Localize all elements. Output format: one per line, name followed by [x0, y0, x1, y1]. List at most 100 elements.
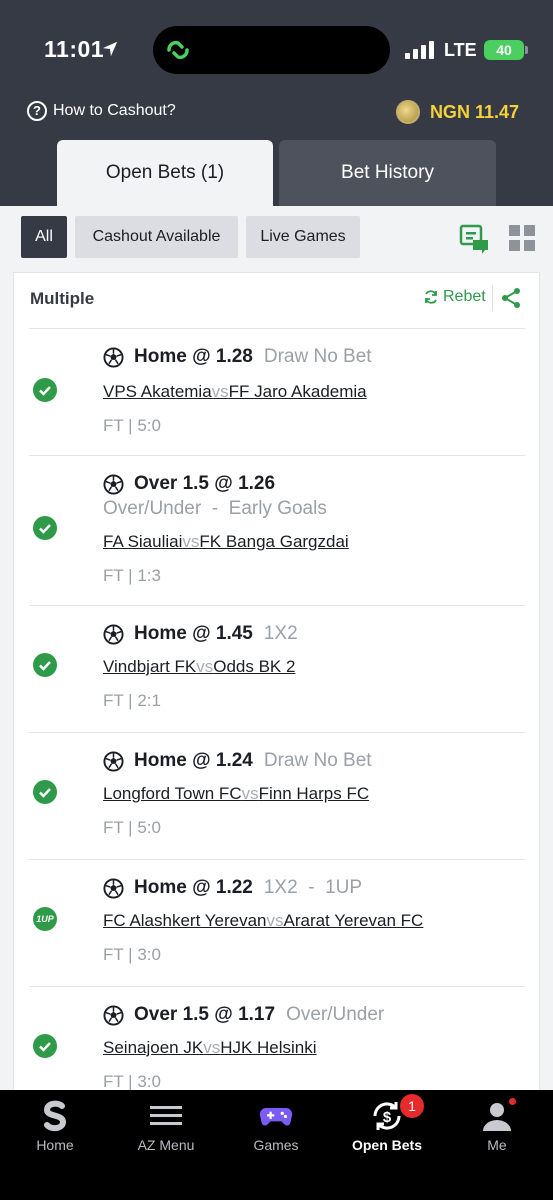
match-teams[interactable]: Seinajoen JKvsHJK Helsinki [103, 1038, 317, 1058]
soccer-ball-icon [103, 473, 124, 495]
selection-market: Over/Under [286, 1004, 385, 1025]
app-logo-icon [167, 40, 189, 60]
won-check-icon [33, 780, 57, 804]
nav-open-bets[interactable]: $ Open Bets [332, 1090, 442, 1170]
selection-market: 1X2 [263, 623, 298, 644]
selection-item[interactable]: Home @ 1.28 Draw No Bet VPS AkatemiavsFF… [29, 328, 525, 455]
home-team: FC Alashkert Yerevan [103, 911, 267, 930]
open-bets-badge: 1 [400, 1094, 424, 1118]
how-to-cashout-link[interactable]: ? How to Cashout? [27, 100, 176, 122]
one-up-icon: 1UP [33, 907, 57, 931]
bet-card: Multiple Rebet Home @ 1.28 Draw No Bet V… [13, 272, 540, 1102]
nav-az-menu[interactable]: AZ Menu [111, 1090, 221, 1170]
selection-market: Over/Under - Early Goals [103, 498, 327, 519]
vs-label: vs [266, 911, 284, 930]
selection-market: 1X2 - 1UP [263, 877, 363, 898]
selection-item[interactable]: Home @ 1.24 Draw No Bet Longford Town FC… [29, 732, 525, 859]
match-teams[interactable]: FA SiauliaivsFK Banga Gargzdai [103, 532, 349, 552]
network-type: LTE [444, 40, 477, 60]
selection-market: Draw No Bet [263, 750, 372, 771]
tab-open-bets[interactable]: Open Bets (1) [57, 140, 273, 206]
refresh-icon [425, 290, 437, 304]
match-teams[interactable]: Vindbjart FKvsOdds BK 2 [103, 657, 295, 677]
match-result: FT | 1:3 [103, 566, 161, 585]
soccer-ball-icon [103, 877, 124, 899]
selection-pick: Home @ 1.22 [134, 877, 253, 898]
match-result: FT | 5:0 [103, 818, 161, 837]
won-check-icon [33, 1034, 57, 1058]
match-result: FT | 5:0 [103, 416, 161, 435]
share-icon[interactable] [501, 287, 521, 309]
selection-item[interactable]: Over 1.5 @ 1.26 Over/Under - Early Goals… [29, 455, 525, 605]
selection-item[interactable]: 1UP Home @ 1.22 1X2 - 1UP FC Alashkert Y… [29, 859, 525, 986]
selection-pick: Over 1.5 @ 1.17 [134, 1004, 276, 1025]
away-team: FK Banga Gargzdai [199, 532, 349, 551]
won-check-icon [33, 378, 57, 402]
question-icon: ? [27, 101, 47, 121]
home-team: Vindbjart FK [103, 657, 197, 676]
match-result: FT | 2:1 [103, 691, 161, 710]
how-to-cashout-label: How to Cashout? [53, 102, 176, 119]
filter-all-button[interactable]: All [21, 216, 67, 258]
sporty-logo-icon [43, 1100, 67, 1132]
notification-dot [507, 1096, 518, 1107]
away-team: Ararat Yerevan FC [283, 911, 424, 930]
selection-market: Draw No Bet [263, 346, 372, 367]
nav-home[interactable]: Home [0, 1090, 110, 1170]
bottom-nav: Home AZ Menu Games $ Open Bets 1 Me [0, 1090, 553, 1200]
grid-view-icon[interactable] [508, 224, 536, 252]
nav-az-menu-label: AZ Menu [137, 1137, 195, 1153]
home-team: Seinajoen JK [103, 1038, 204, 1057]
away-team: Odds BK 2 [213, 657, 296, 676]
selection-item[interactable]: Home @ 1.45 1X2 Vindbjart FKvsOdds BK 2 … [29, 605, 525, 732]
battery-tip [525, 46, 528, 54]
rebet-button[interactable]: Rebet [423, 288, 486, 306]
nav-me-label: Me [487, 1137, 507, 1153]
match-result: FT | 3:0 [103, 1072, 161, 1091]
vs-label: vs [211, 382, 229, 401]
match-teams[interactable]: Longford Town FCvsFinn Harps FC [103, 784, 369, 804]
nav-me[interactable]: Me [442, 1090, 552, 1170]
tab-bet-history[interactable]: Bet History [279, 140, 496, 206]
away-team: HJK Helsinki [220, 1038, 317, 1057]
filter-live-button[interactable]: Live Games [246, 216, 360, 258]
open-bets-icon: $ [373, 1102, 401, 1130]
chat-bets-icon[interactable] [459, 223, 491, 255]
nav-games-label: Games [253, 1137, 299, 1153]
signal-icon [405, 41, 434, 59]
home-team: Longford Town FC [103, 784, 242, 803]
nav-home-label: Home [36, 1137, 74, 1153]
bet-type-title: Multiple [30, 289, 95, 308]
selection-item[interactable]: Over 1.5 @ 1.17 Over/Under Seinajoen JKv… [29, 986, 525, 1101]
location-arrow-icon [102, 41, 118, 57]
svg-text:$: $ [383, 1109, 392, 1126]
selection-pick: Over 1.5 @ 1.26 [134, 473, 276, 494]
header: 11:01 LTE 40 ? How to Cashout? NGN 11.47… [0, 0, 553, 206]
vs-label: vs [241, 784, 259, 803]
match-teams[interactable]: VPS AkatemiavsFF Jaro Akademia [103, 382, 367, 402]
vs-label: vs [203, 1038, 221, 1057]
balance[interactable]: NGN 11.47 [395, 100, 519, 124]
won-check-icon [33, 653, 57, 677]
soccer-ball-icon [103, 1004, 124, 1026]
away-team: FF Jaro Akademia [228, 382, 367, 401]
balance-amount: NGN 11.47 [429, 101, 519, 122]
filter-bar: All Cashout Available Live Games [0, 206, 553, 272]
won-check-icon [33, 516, 57, 540]
rebet-label: Rebet [443, 288, 486, 305]
dynamic-island [153, 26, 390, 74]
gamepad-icon [259, 1107, 293, 1126]
match-teams[interactable]: FC Alashkert YerevanvsArarat Yerevan FC [103, 911, 423, 931]
nav-games[interactable]: Games [221, 1090, 331, 1170]
selection-pick: Home @ 1.45 [134, 623, 253, 644]
vs-label: vs [196, 657, 214, 676]
filter-cashout-button[interactable]: Cashout Available [75, 216, 238, 258]
soccer-ball-icon [103, 623, 124, 645]
coin-icon [395, 100, 420, 124]
status-time: 11:01 [44, 36, 105, 62]
selection-pick: Home @ 1.28 [134, 346, 253, 367]
home-team: FA Siauliai [103, 532, 183, 551]
soccer-ball-icon [103, 750, 124, 772]
vs-label: vs [182, 532, 200, 551]
battery-icon: 40 [484, 40, 524, 60]
